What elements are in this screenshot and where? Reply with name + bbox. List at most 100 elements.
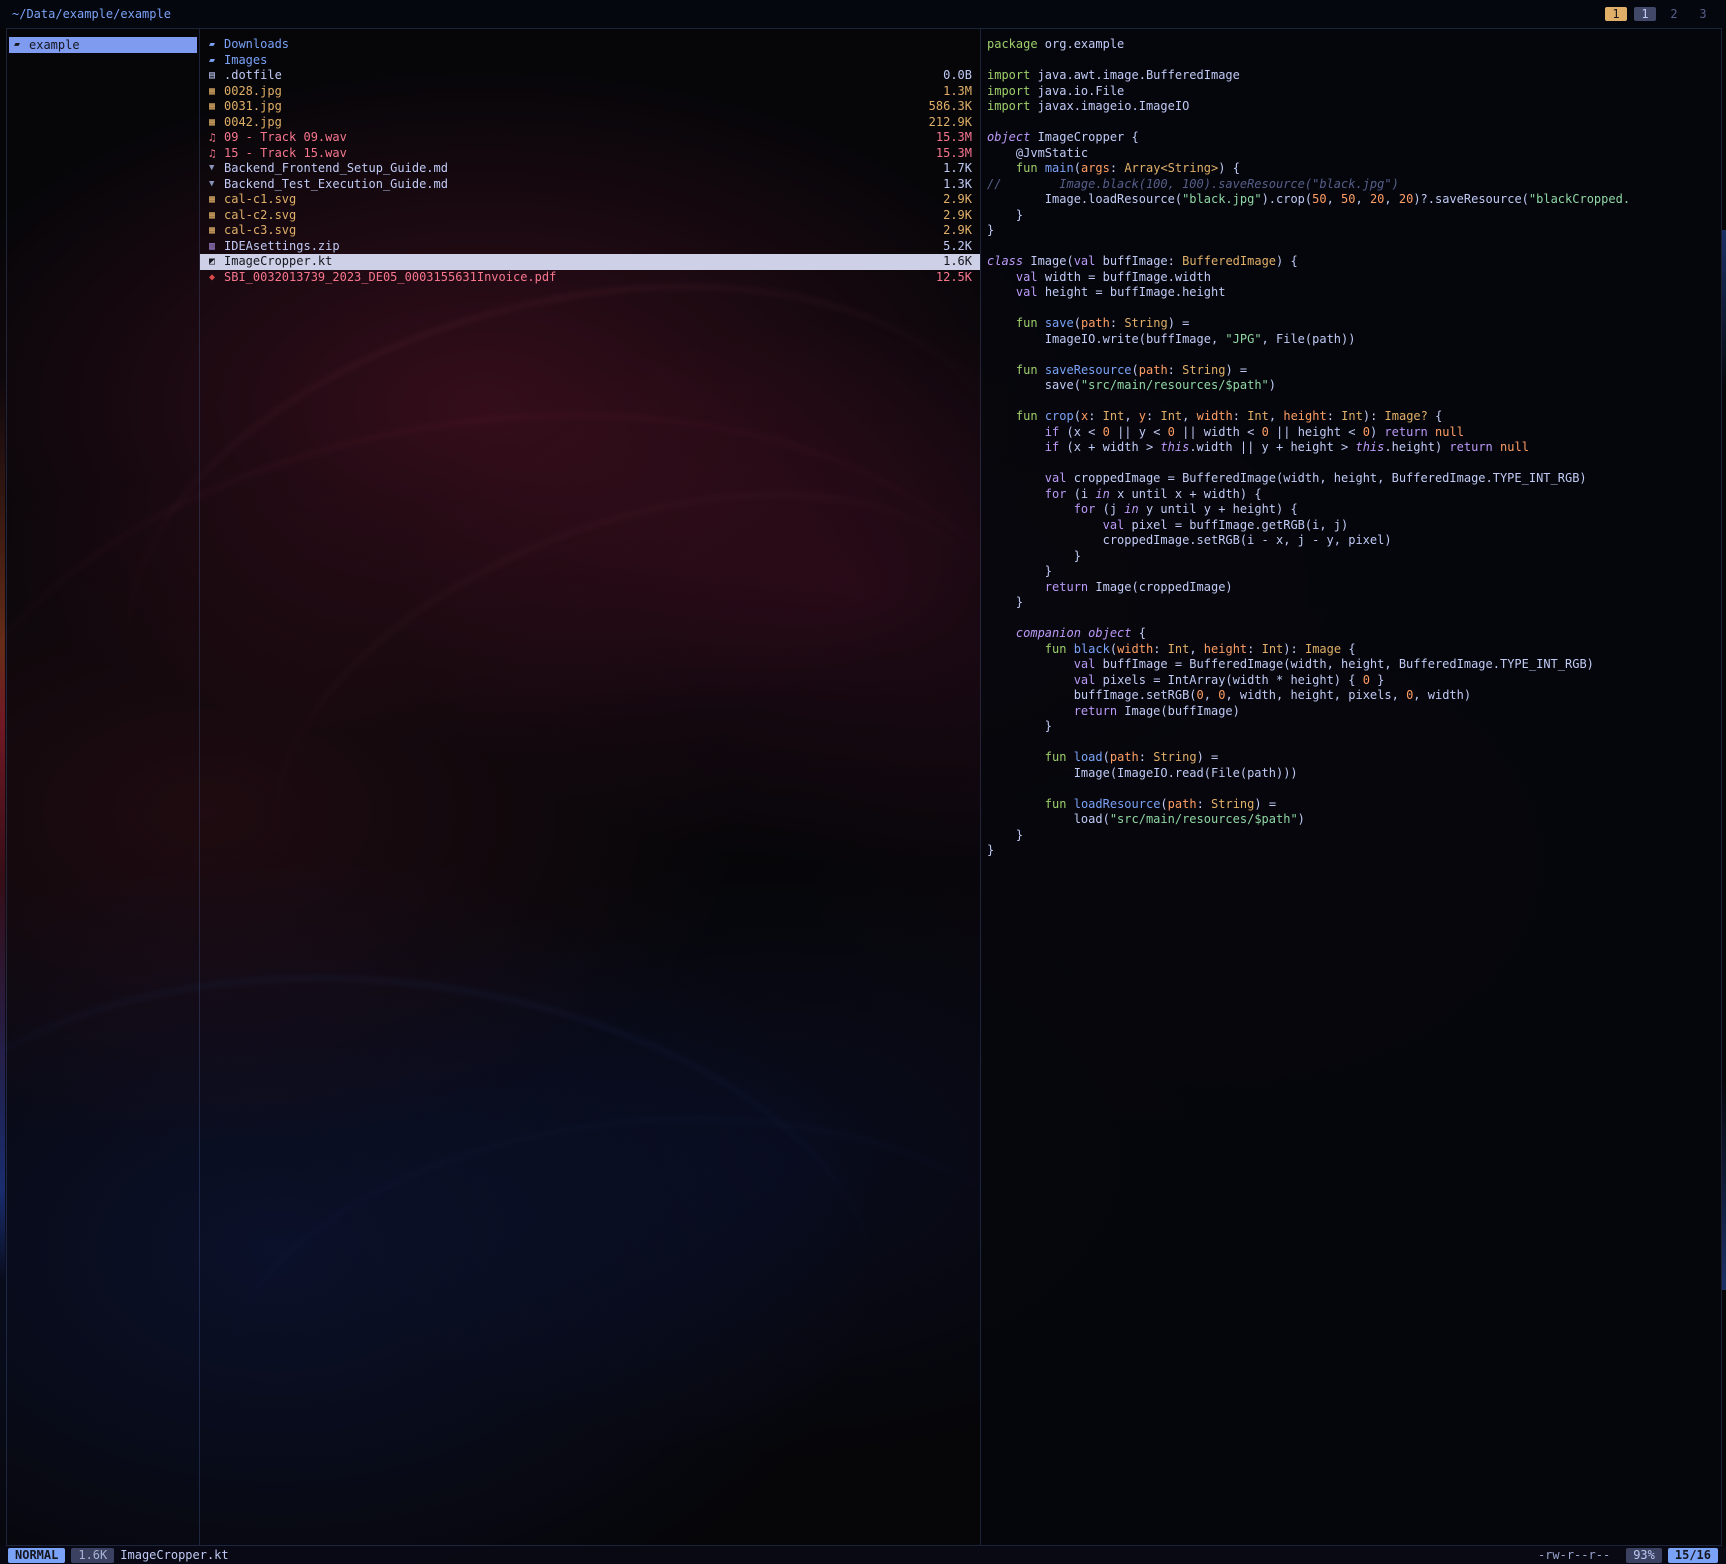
code-line: val pixel = buffImage.getRGB(i, j) xyxy=(987,518,1721,534)
header-bar: ~/Data/example/example 1123 xyxy=(0,0,1726,28)
file-row[interactable]: ▰Downloads xyxy=(200,37,980,53)
file-name: Images xyxy=(224,53,972,69)
file-row[interactable]: ▦0042.jpg212.9K xyxy=(200,115,980,131)
code-line: } xyxy=(987,564,1721,580)
code-line xyxy=(987,347,1721,363)
code-line: // Image.black(100, 100).saveResource("b… xyxy=(987,177,1721,193)
image-icon: ▦ xyxy=(209,84,224,100)
tab-list: 1123 xyxy=(1605,7,1714,21)
code-line: import javax.imageio.ImageIO xyxy=(987,99,1721,115)
file-size: 1.6K xyxy=(943,254,972,270)
file-list-pane: ▰Downloads▰Images▤.dotfile0.0B▦0028.jpg1… xyxy=(200,29,981,1545)
tab-1[interactable]: 1 xyxy=(1605,7,1627,21)
code-line xyxy=(987,456,1721,472)
code-line: fun crop(x: Int, y: Int, width: Int, hei… xyxy=(987,409,1721,425)
file-name: 09 - Track 09.wav xyxy=(224,130,936,146)
file-size: 15.3M xyxy=(936,146,972,162)
tab-3[interactable]: 2 xyxy=(1663,7,1685,21)
file-name: 0028.jpg xyxy=(224,84,943,100)
file-size: 2.9K xyxy=(943,192,972,208)
file-name: IDEAsettings.zip xyxy=(224,239,943,255)
file-row[interactable]: ▦0031.jpg586.3K xyxy=(200,99,980,115)
file-size: 1.3M xyxy=(943,84,972,100)
wallpaper-edge-fringe xyxy=(0,380,5,1280)
file-size: 586.3K xyxy=(929,99,972,115)
statusbar-right: -rw-r--r-- 93% 15/16 xyxy=(1538,1548,1718,1563)
file-row[interactable]: ▦0028.jpg1.3M xyxy=(200,84,980,100)
code-line: val croppedImage = BufferedImage(width, … xyxy=(987,471,1721,487)
filesize-badge: 1.6K xyxy=(71,1548,114,1563)
code-line: } xyxy=(987,843,1721,859)
code-line xyxy=(987,53,1721,69)
file-size: 5.2K xyxy=(943,239,972,255)
file-row[interactable]: ♫15 - Track 15.wav15.3M xyxy=(200,146,980,162)
file-name: .dotfile xyxy=(224,68,943,84)
code-line: fun load(path: String) = xyxy=(987,750,1721,766)
code-line xyxy=(987,239,1721,255)
parent-dir-label: example xyxy=(29,37,80,53)
code-line: croppedImage.setRGB(i - x, j - y, pixel) xyxy=(987,533,1721,549)
file-row[interactable]: ◩ImageCropper.kt1.6K xyxy=(200,254,980,270)
image-icon: ▦ xyxy=(209,208,224,224)
file-row[interactable]: ▼Backend_Frontend_Setup_Guide.md1.7K xyxy=(200,161,980,177)
file-size: 2.9K xyxy=(943,223,972,239)
file-size: 15.3M xyxy=(936,130,972,146)
terminal-screen: ~/Data/example/example 1123 ▰example ▰Do… xyxy=(0,0,1726,1564)
code-line: if (x + width > this.width || y + height… xyxy=(987,440,1721,456)
image-icon: ▦ xyxy=(209,115,224,131)
file-name: SBI_0032013739_2023_DE05_0003155631Invoi… xyxy=(224,270,936,286)
file-row[interactable]: ▥IDEAsettings.zip5.2K xyxy=(200,239,980,255)
code-line: val buffImage = BufferedImage(width, hei… xyxy=(987,657,1721,673)
file-manager-panes: ▰example ▰Downloads▰Images▤.dotfile0.0B▦… xyxy=(6,28,1722,1546)
file-row[interactable]: ▦cal-c1.svg2.9K xyxy=(200,192,980,208)
file-size: 1.7K xyxy=(943,161,972,177)
file-size: 0.0B xyxy=(943,68,972,84)
audio-icon: ♫ xyxy=(209,130,224,146)
pdf-icon: ◆ xyxy=(209,270,224,286)
file-row[interactable]: ▦cal-c3.svg2.9K xyxy=(200,223,980,239)
file-name: Backend_Test_Execution_Guide.md xyxy=(224,177,943,193)
code-line: save("src/main/resources/$path") xyxy=(987,378,1721,394)
file-name: ImageCropper.kt xyxy=(224,254,943,270)
code-line: import java.io.File xyxy=(987,84,1721,100)
audio-icon: ♫ xyxy=(209,146,224,162)
code-line: } xyxy=(987,828,1721,844)
code-line xyxy=(987,735,1721,751)
file-name: cal-c1.svg xyxy=(224,192,943,208)
file-name: cal-c2.svg xyxy=(224,208,943,224)
file-row[interactable]: ▤.dotfile0.0B xyxy=(200,68,980,84)
wallpaper-edge-fringe xyxy=(1722,230,1726,1290)
file-row[interactable]: ♫09 - Track 09.wav15.3M xyxy=(200,130,980,146)
image-icon: ▦ xyxy=(209,99,224,115)
code-line: } xyxy=(987,549,1721,565)
image-icon: ▦ xyxy=(209,192,224,208)
tab-2[interactable]: 1 xyxy=(1634,7,1656,21)
code-line: Image.loadResource("black.jpg").crop(50,… xyxy=(987,192,1721,208)
code-line xyxy=(987,611,1721,627)
file-permissions: -rw-r--r-- xyxy=(1538,1548,1610,1562)
status-bar: NORMAL 1.6K ImageCropper.kt -rw-r--r-- 9… xyxy=(0,1546,1726,1564)
parent-dir-item[interactable]: ▰example xyxy=(9,37,197,53)
code-line xyxy=(987,394,1721,410)
file-row[interactable]: ▦cal-c2.svg2.9K xyxy=(200,208,980,224)
markdown-icon: ▼ xyxy=(209,161,224,177)
code-line: ImageIO.write(buffImage, "JPG", File(pat… xyxy=(987,332,1721,348)
scroll-percent-badge: 93% xyxy=(1626,1548,1662,1563)
preview-pane: package org.example import java.awt.imag… xyxy=(981,29,1721,1545)
folder-icon: ▰ xyxy=(209,37,224,53)
code-line xyxy=(987,781,1721,797)
code-preview: package org.example import java.awt.imag… xyxy=(987,37,1721,859)
file-row[interactable]: ▰Images xyxy=(200,53,980,69)
code-line: fun saveResource(path: String) = xyxy=(987,363,1721,379)
tab-4[interactable]: 3 xyxy=(1692,7,1714,21)
markdown-icon: ▼ xyxy=(209,177,224,193)
code-line: } xyxy=(987,595,1721,611)
code-line: fun black(width: Int, height: Int): Imag… xyxy=(987,642,1721,658)
code-line: if (x < 0 || y < 0 || width < 0 || heigh… xyxy=(987,425,1721,441)
code-line: val height = buffImage.height xyxy=(987,285,1721,301)
file-row[interactable]: ◆SBI_0032013739_2023_DE05_0003155631Invo… xyxy=(200,270,980,286)
file-row[interactable]: ▼Backend_Test_Execution_Guide.md1.3K xyxy=(200,177,980,193)
parent-directory-pane: ▰example xyxy=(7,29,200,1545)
code-line: @JvmStatic xyxy=(987,146,1721,162)
file-size: 212.9K xyxy=(929,115,972,131)
